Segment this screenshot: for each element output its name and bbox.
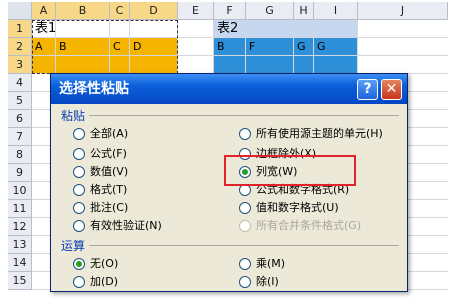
- row-header-6[interactable]: 6: [8, 110, 32, 128]
- radio-circle[interactable]: [73, 220, 85, 232]
- radio-circle[interactable]: [73, 148, 85, 160]
- column-header-b[interactable]: B: [56, 2, 110, 20]
- dialog-title: 选择性粘贴: [59, 81, 129, 97]
- column-width-highlight-box: [224, 155, 356, 186]
- radio-circle[interactable]: [239, 128, 251, 140]
- cell-f2[interactable]: B: [215, 38, 225, 56]
- radio-circle[interactable]: [73, 184, 85, 196]
- column-header-h[interactable]: H: [294, 2, 314, 20]
- column-header-e[interactable]: E: [178, 2, 214, 20]
- help-button[interactable]: ?: [357, 79, 378, 100]
- copy-marquee: [32, 20, 178, 74]
- row-header-15[interactable]: 15: [8, 272, 32, 290]
- radio-circle[interactable]: [73, 202, 85, 214]
- dest-range-fill[interactable]: [214, 38, 358, 74]
- radio-circle[interactable]: [239, 258, 251, 270]
- radio-circle[interactable]: [73, 276, 85, 288]
- radio-circle[interactable]: [73, 166, 85, 178]
- row-header-14[interactable]: 14: [8, 254, 32, 272]
- row-header-1[interactable]: 1: [8, 20, 32, 38]
- row-header-9[interactable]: 9: [8, 164, 32, 182]
- radio-circle-disabled: [239, 220, 251, 232]
- radio-circle-checked[interactable]: [73, 258, 85, 270]
- select-all-corner[interactable]: [8, 2, 32, 20]
- operation-section-label: 运算: [61, 239, 86, 253]
- radio-circle[interactable]: [239, 202, 251, 214]
- row-header-4[interactable]: 4: [8, 74, 32, 92]
- paste-section-divider: [89, 115, 399, 116]
- row-header-8[interactable]: 8: [8, 146, 32, 164]
- row-header-5[interactable]: 5: [8, 92, 32, 110]
- cell-g2[interactable]: F: [247, 38, 255, 56]
- column-header-c[interactable]: C: [110, 2, 130, 20]
- row-header-11[interactable]: 11: [8, 200, 32, 218]
- operation-section-divider: [89, 245, 399, 246]
- row-header-10[interactable]: 10: [8, 182, 32, 200]
- column-header-j[interactable]: J: [358, 2, 448, 20]
- cell-f1[interactable]: 表2: [215, 20, 238, 38]
- radio-circle[interactable]: [73, 128, 85, 140]
- close-button[interactable]: ✕: [381, 79, 402, 100]
- cell-h2[interactable]: G: [295, 38, 306, 56]
- cell-i2[interactable]: G: [315, 38, 326, 56]
- row-header-7[interactable]: 7: [8, 128, 32, 146]
- radio-circle[interactable]: [239, 276, 251, 288]
- row-header-12[interactable]: 12: [8, 218, 32, 236]
- row-header-2[interactable]: 2: [8, 38, 32, 56]
- column-header-g[interactable]: G: [246, 2, 294, 20]
- column-header-d[interactable]: D: [130, 2, 178, 20]
- row-header-13[interactable]: 13: [8, 236, 32, 254]
- paste-section-label: 粘贴: [61, 109, 86, 123]
- column-header-i[interactable]: I: [314, 2, 358, 20]
- dialog-title-bar[interactable]: 选择性粘贴 ? ✕: [51, 74, 407, 104]
- row-header-3[interactable]: 3: [8, 56, 32, 74]
- column-header-a[interactable]: A: [32, 2, 56, 20]
- column-header-f[interactable]: F: [214, 2, 246, 20]
